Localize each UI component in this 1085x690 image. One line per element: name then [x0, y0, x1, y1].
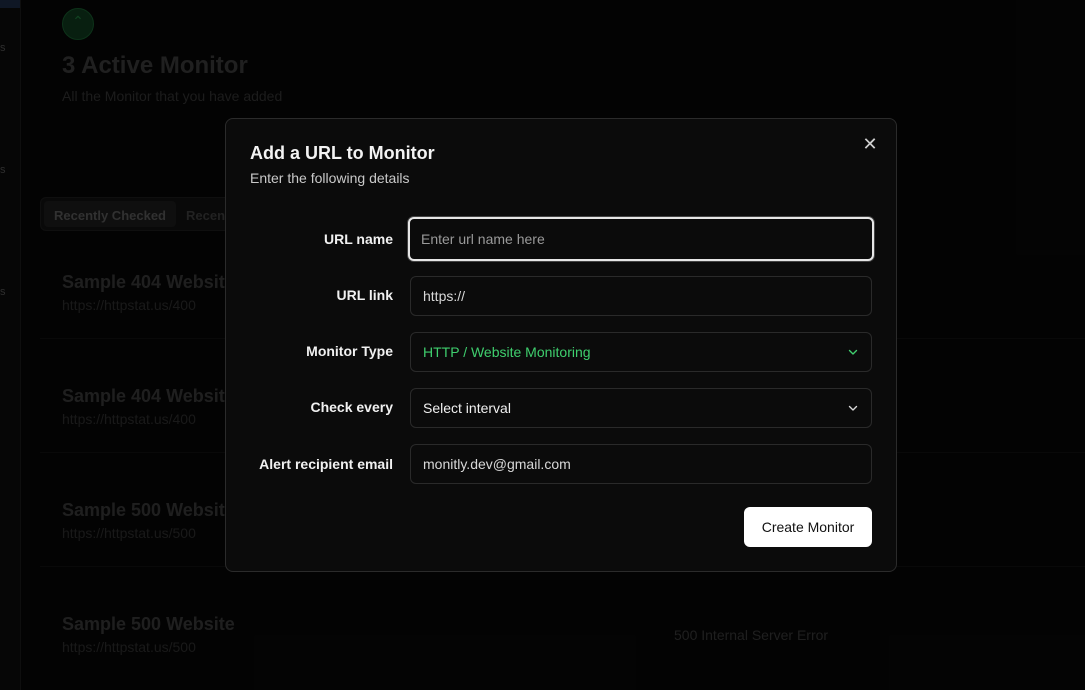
monitor-type-label: Monitor Type — [306, 343, 393, 359]
alert-email-input[interactable] — [410, 444, 872, 484]
check-interval-select[interactable]: Select interval — [410, 388, 872, 428]
url-name-label: URL name — [324, 231, 393, 247]
monitor-type-select[interactable]: HTTP / Website Monitoring — [410, 332, 872, 372]
url-link-input[interactable] — [410, 276, 872, 316]
chevron-down-icon — [848, 349, 858, 355]
check-interval-value: Select interval — [423, 400, 511, 416]
add-monitor-dialog: ✕ Add a URL to Monitor Enter the followi… — [225, 118, 897, 572]
dialog-description: Enter the following details — [250, 170, 410, 186]
chevron-down-icon — [848, 405, 858, 411]
url-link-label: URL link — [336, 287, 393, 303]
dialog-title: Add a URL to Monitor — [250, 143, 435, 163]
alert-email-label: Alert recipient email — [259, 456, 393, 472]
check-interval-label: Check every — [310, 399, 393, 415]
monitor-type-value: HTTP / Website Monitoring — [423, 344, 591, 360]
close-icon[interactable]: ✕ — [861, 135, 879, 153]
url-name-input[interactable] — [408, 217, 874, 261]
create-monitor-button[interactable]: Create Monitor — [744, 507, 872, 547]
